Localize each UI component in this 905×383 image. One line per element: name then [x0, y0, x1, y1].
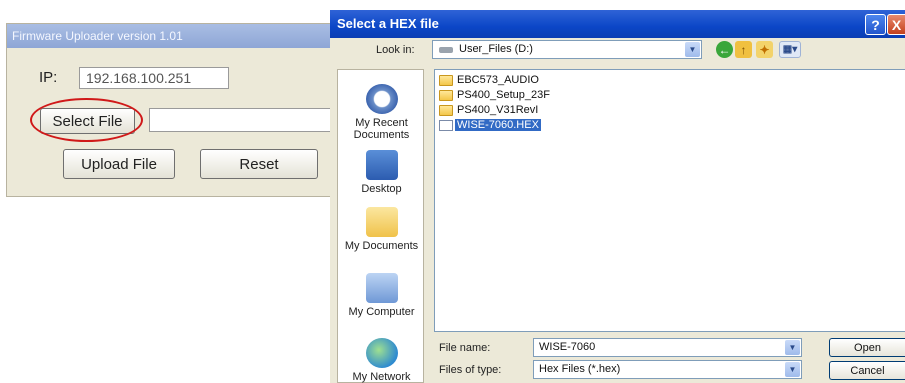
- file-type-label: Files of type:: [439, 364, 502, 376]
- file-type-value: Hex Files (*.hex): [539, 363, 621, 375]
- firmware-uploader-window: Firmware Uploader version 1.01 IP: 192.1…: [6, 23, 331, 197]
- new-folder-icon[interactable]: ✦: [756, 41, 773, 58]
- look-in-dropdown[interactable]: User_Files (D:) ▼: [432, 40, 702, 59]
- file-name-label: File name:: [439, 342, 491, 354]
- place-recent-documents[interactable]: My Recent Documents: [338, 84, 425, 141]
- place-my-network[interactable]: My Network: [338, 338, 425, 383]
- recent-documents-icon: [365, 84, 398, 114]
- my-network-icon: [365, 338, 398, 368]
- list-item[interactable]: PS400_Setup_23F: [439, 88, 552, 102]
- select-file-button[interactable]: Select File: [40, 108, 135, 134]
- folder-icon: [439, 89, 453, 101]
- file-name-input[interactable]: WISE-7060 ▼: [533, 338, 802, 357]
- select-hex-file-dialog: Select a HEX file ? X Look in: User_File…: [330, 10, 905, 383]
- window-title: Firmware Uploader version 1.01: [7, 24, 331, 48]
- places-bar: My Recent Documents Desktop My Documents…: [337, 69, 424, 383]
- list-item-selected[interactable]: WISE-7060.HEX: [439, 118, 541, 132]
- place-label: My Computer: [348, 306, 415, 318]
- folder-icon: [439, 104, 453, 116]
- chevron-down-icon[interactable]: ▼: [785, 340, 800, 355]
- file-name: PS400_V31RevI: [457, 104, 539, 116]
- file-type-dropdown[interactable]: Hex Files (*.hex) ▼: [533, 360, 802, 379]
- upload-file-button[interactable]: Upload File: [63, 149, 175, 179]
- place-desktop[interactable]: Desktop: [338, 150, 425, 195]
- file-name: EBC573_AUDIO: [457, 74, 539, 86]
- place-label: My Recent Documents: [353, 117, 410, 141]
- file-name-value: WISE-7060: [539, 341, 596, 353]
- file-list[interactable]: EBC573_AUDIO PS400_Setup_23F PS400_V31Re…: [434, 69, 905, 332]
- place-label: Desktop: [361, 183, 402, 195]
- place-label: My Documents: [344, 240, 419, 252]
- file-name: PS400_Setup_23F: [457, 89, 550, 101]
- look-in-value: User_Files (D:): [459, 43, 533, 55]
- place-my-documents[interactable]: My Documents: [338, 207, 425, 252]
- back-icon[interactable]: ←: [716, 41, 733, 58]
- drive-icon: [439, 47, 453, 53]
- look-in-label: Look in:: [376, 44, 415, 56]
- ip-label: IP:: [39, 69, 58, 86]
- cancel-button[interactable]: Cancel: [829, 361, 905, 380]
- folder-icon: [439, 74, 453, 86]
- views-menu-icon[interactable]: ▦▾: [779, 41, 801, 58]
- desktop-icon: [365, 150, 398, 180]
- file-name: WISE-7060.HEX: [455, 119, 541, 131]
- place-label: My Network: [352, 371, 411, 383]
- hex-file-icon: [439, 119, 453, 131]
- help-button[interactable]: ?: [865, 14, 886, 35]
- list-item[interactable]: EBC573_AUDIO: [439, 73, 541, 87]
- chevron-down-icon[interactable]: ▼: [685, 42, 700, 57]
- chevron-down-icon[interactable]: ▼: [785, 362, 800, 377]
- close-button[interactable]: X: [887, 14, 905, 35]
- dialog-title: Select a HEX file: [330, 10, 905, 38]
- open-button[interactable]: Open: [829, 338, 905, 357]
- list-item[interactable]: PS400_V31RevI: [439, 103, 540, 117]
- file-path-input[interactable]: [149, 108, 331, 132]
- reset-button[interactable]: Reset: [200, 149, 318, 179]
- up-folder-icon[interactable]: ↑: [735, 41, 752, 58]
- place-my-computer[interactable]: My Computer: [338, 273, 425, 318]
- my-computer-icon: [365, 273, 398, 303]
- ip-input[interactable]: 192.168.100.251: [79, 67, 229, 89]
- my-documents-icon: [365, 207, 398, 237]
